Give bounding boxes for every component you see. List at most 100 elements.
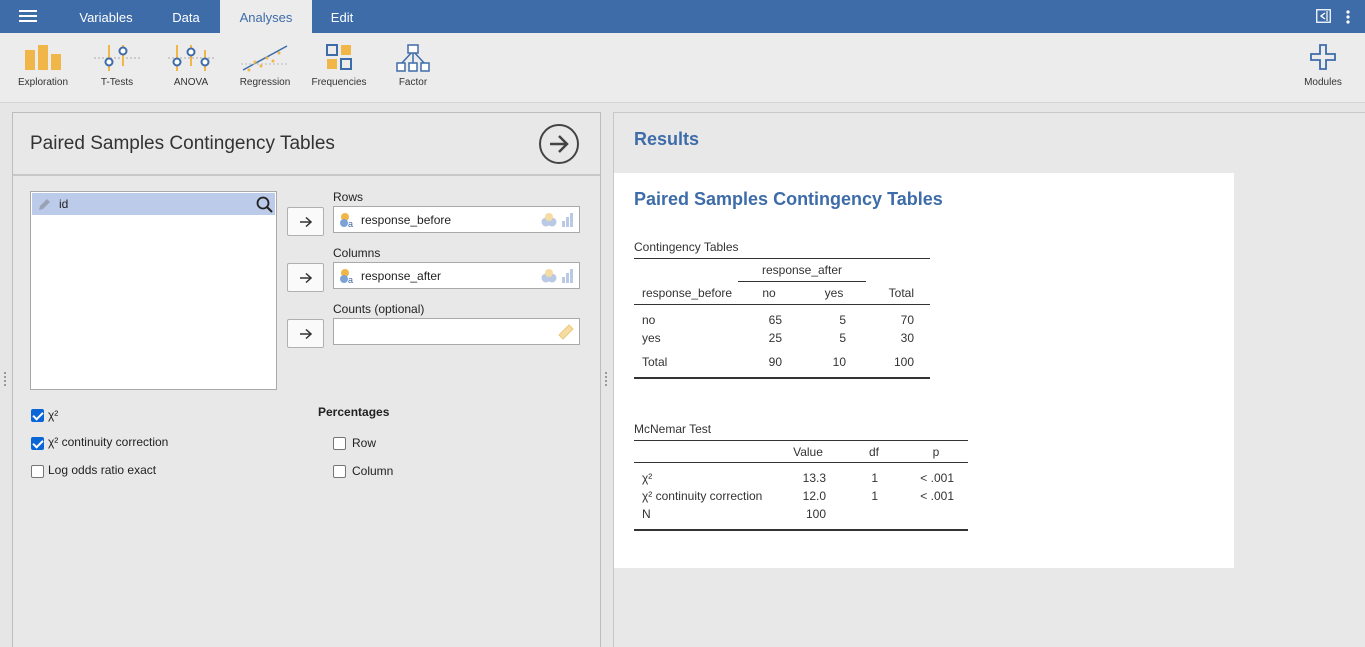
top-menu-bar: Variables Data Analyses Edit bbox=[0, 0, 1365, 33]
column-percentage-checkbox[interactable] bbox=[333, 465, 346, 478]
table-cell: 100 bbox=[805, 507, 826, 521]
regression-button[interactable]: Regression bbox=[228, 33, 302, 99]
nominal-variable-icon: a bbox=[339, 268, 355, 289]
t-tests-icon bbox=[94, 45, 140, 71]
regression-label: Regression bbox=[239, 77, 291, 88]
options-panel: Paired Samples Contingency Tables id Row… bbox=[12, 112, 601, 647]
arrow-right-icon bbox=[300, 273, 312, 283]
table-cell: 1 bbox=[871, 471, 878, 485]
table-cell: no bbox=[642, 313, 656, 327]
main-menu-icon[interactable] bbox=[19, 10, 37, 24]
exploration-icon bbox=[25, 45, 61, 70]
hide-results-icon[interactable] bbox=[1316, 9, 1331, 28]
pencil-icon bbox=[38, 197, 52, 216]
t-tests-label: T-Tests bbox=[100, 77, 134, 88]
frequencies-icon bbox=[326, 44, 352, 70]
analyses-ribbon: Exploration T-Tests ANOVA Regression Fre… bbox=[0, 33, 1365, 103]
table-header-cell: response_before bbox=[642, 286, 733, 300]
move-to-rows-button[interactable] bbox=[287, 207, 324, 236]
column-spanner: response_after bbox=[761, 263, 843, 277]
columns-target-box[interactable]: a response_after bbox=[333, 262, 580, 289]
chi-squared-continuity-label: χ² continuity correction bbox=[48, 435, 169, 449]
allowed-types-icon bbox=[540, 212, 574, 233]
move-to-counts-button[interactable] bbox=[287, 319, 324, 348]
table-cell: 10 bbox=[832, 355, 846, 369]
rows-target-box[interactable]: a response_before bbox=[333, 206, 580, 233]
left-splitter-grip[interactable] bbox=[4, 372, 7, 388]
table-rule bbox=[634, 258, 930, 259]
exploration-label: Exploration bbox=[17, 77, 69, 88]
nominal-variable-icon: a bbox=[339, 212, 355, 233]
table-cell: 5 bbox=[839, 331, 846, 345]
search-variables-button[interactable] bbox=[253, 193, 275, 215]
table-rule bbox=[634, 304, 930, 305]
more-options-icon[interactable] bbox=[1345, 10, 1351, 29]
analysis-title: Paired Samples Contingency Tables bbox=[634, 189, 943, 209]
chi-squared-checkbox[interactable] bbox=[31, 409, 44, 422]
regression-icon bbox=[241, 45, 289, 72]
table-header-cell: Value bbox=[793, 445, 823, 459]
variable-item-id[interactable]: id bbox=[32, 193, 253, 215]
options-separator bbox=[13, 174, 600, 176]
arrow-right-circle-icon bbox=[550, 135, 569, 153]
column-percentage-label: Column bbox=[352, 464, 394, 478]
chi-squared-continuity-checkbox[interactable] bbox=[31, 437, 44, 450]
tab-variables[interactable]: Variables bbox=[62, 0, 150, 33]
factor-button[interactable]: Factor bbox=[376, 33, 450, 99]
mcnemar-table-caption: McNemar Test bbox=[634, 422, 712, 436]
table-rule bbox=[634, 377, 930, 379]
options-title: Paired Samples Contingency Tables bbox=[30, 133, 335, 154]
anova-label: ANOVA bbox=[173, 77, 209, 88]
allowed-types-icon bbox=[540, 268, 574, 289]
table-rule bbox=[634, 462, 968, 463]
table-cell: 65 bbox=[768, 313, 782, 327]
table-cell: χ² continuity correction bbox=[642, 489, 763, 503]
frequencies-label: Frequencies bbox=[311, 77, 367, 88]
factor-label: Factor bbox=[398, 77, 428, 88]
table-rule bbox=[634, 529, 968, 531]
results-heading: Results bbox=[634, 129, 700, 149]
table-header-cell: no bbox=[762, 286, 776, 300]
anova-button[interactable]: ANOVA bbox=[154, 33, 228, 99]
contingency-table-caption: Contingency Tables bbox=[634, 240, 739, 254]
tab-edit[interactable]: Edit bbox=[312, 0, 372, 33]
move-to-columns-button[interactable] bbox=[287, 263, 324, 292]
table-cell: Total bbox=[642, 355, 668, 369]
variable-list[interactable]: id bbox=[30, 191, 277, 390]
results-panel: Results Paired Samples Contingency Table… bbox=[613, 112, 1365, 647]
t-tests-button[interactable]: T-Tests bbox=[80, 33, 154, 99]
ruler-icon bbox=[558, 324, 574, 345]
table-cell: 1 bbox=[871, 489, 878, 503]
counts-target-box[interactable] bbox=[333, 318, 580, 345]
anova-icon bbox=[168, 45, 214, 71]
frequencies-button[interactable]: Frequencies bbox=[302, 33, 376, 99]
modules-label: Modules bbox=[1304, 77, 1342, 88]
svg-text:a: a bbox=[348, 275, 353, 284]
table-cell: 90 bbox=[768, 355, 782, 369]
variable-name: id bbox=[59, 197, 69, 211]
columns-variable: response_after bbox=[361, 269, 442, 283]
center-splitter-grip[interactable] bbox=[605, 372, 608, 388]
table-cell: < .001 bbox=[920, 471, 954, 485]
tab-data[interactable]: Data bbox=[150, 0, 222, 33]
results-output: Paired Samples Contingency Tables Contin… bbox=[614, 173, 1234, 568]
table-cell: 70 bbox=[900, 313, 914, 327]
exploration-button[interactable]: Exploration bbox=[6, 33, 80, 99]
log-odds-ratio-checkbox[interactable] bbox=[31, 465, 44, 478]
table-cell: χ² bbox=[642, 471, 653, 485]
table-cell: yes bbox=[642, 331, 661, 345]
table-rule bbox=[634, 440, 968, 441]
chi-squared-label: χ² bbox=[48, 408, 59, 422]
table-cell: 30 bbox=[900, 331, 914, 345]
arrow-right-icon bbox=[300, 217, 312, 227]
tab-analyses[interactable]: Analyses bbox=[220, 0, 312, 33]
table-cell: N bbox=[642, 507, 651, 521]
row-percentage-label: Row bbox=[352, 436, 377, 450]
run-analysis-button[interactable] bbox=[539, 124, 579, 164]
rows-label: Rows bbox=[333, 190, 364, 204]
row-percentage-checkbox[interactable] bbox=[333, 437, 346, 450]
modules-button[interactable]: Modules bbox=[1286, 33, 1360, 99]
log-odds-ratio-label: Log odds ratio exact bbox=[48, 463, 157, 477]
counts-label: Counts (optional) bbox=[333, 302, 425, 316]
rows-variable: response_before bbox=[361, 213, 452, 227]
